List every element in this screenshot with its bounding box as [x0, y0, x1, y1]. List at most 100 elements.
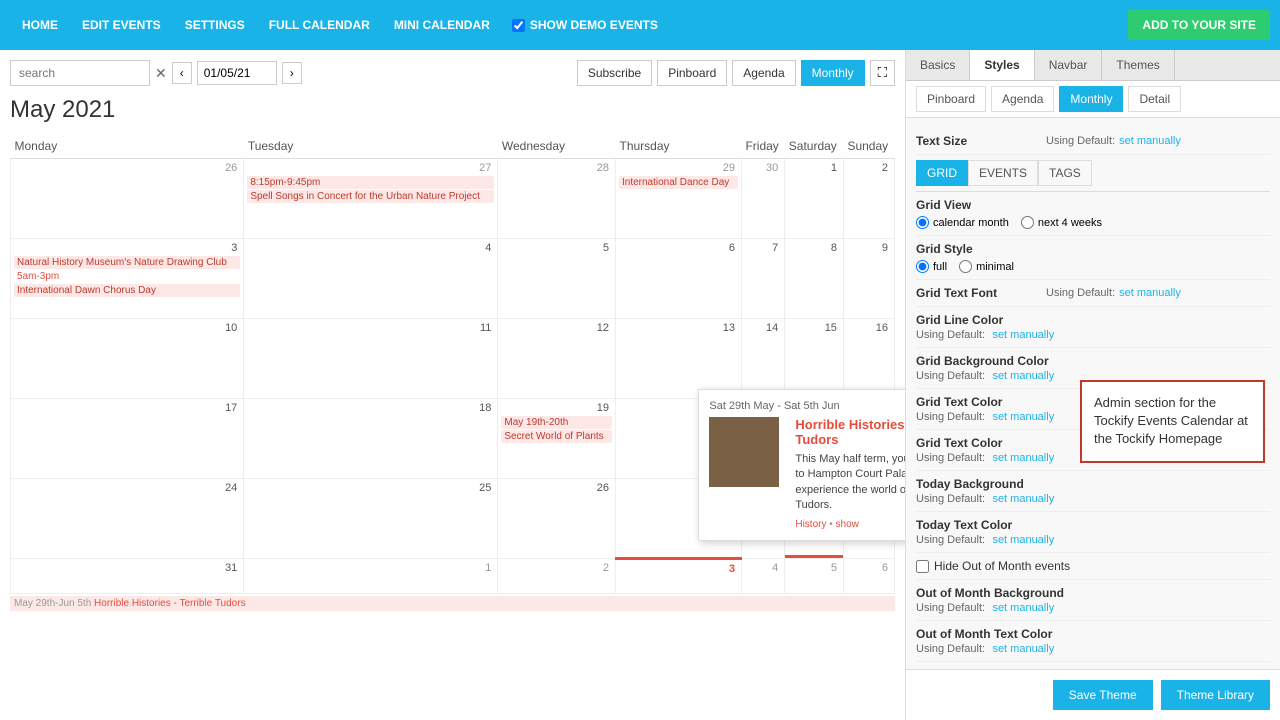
cell-may15: 15 [785, 319, 844, 399]
cell-apr27: 27 8:15pm-9:45pm Spell Songs in Concert … [244, 159, 498, 239]
grid-text-color1-value: Using Default: [916, 411, 985, 423]
popup-title[interactable]: Horrible Histories - Terrible Tudors [795, 417, 905, 447]
save-theme-button[interactable]: Save Theme [1053, 680, 1153, 710]
calendar-grid: Monday Tuesday Wednesday Thursday Friday… [10, 134, 895, 594]
list-item[interactable]: International Dance Day [619, 176, 738, 189]
nav-full-calendar[interactable]: FULL CALENDAR [257, 18, 382, 32]
cell-may25: 25 [244, 479, 498, 559]
grid-bg-color-label: Grid Background Color [916, 354, 1049, 368]
nav-edit-events[interactable]: EDIT EVENTS [70, 18, 173, 32]
cell-may26: 26 [498, 479, 616, 559]
hide-out-of-month-checkbox[interactable] [916, 560, 929, 573]
grid-tab-tags[interactable]: TAGS [1038, 160, 1092, 186]
col-sunday: Sunday [843, 134, 894, 159]
grid-line-color-set-manually[interactable]: set manually [992, 329, 1054, 341]
cell-may3: 3 Natural History Museum's Nature Drawin… [11, 239, 244, 319]
col-saturday: Saturday [785, 134, 844, 159]
event-popup: Sat 29th May - Sat 5th Jun Horrible Hist… [698, 389, 905, 541]
bottom-event-link[interactable]: Horrible Histories - Terrible Tudors [94, 598, 246, 609]
grid-tab-grid[interactable]: GRID [916, 160, 968, 186]
sub-tab-agenda[interactable]: Agenda [991, 86, 1054, 112]
grid-text-font-set-manually[interactable]: set manually [1119, 287, 1181, 299]
today-bg-set-manually[interactable]: set manually [992, 493, 1054, 505]
fullscreen-button[interactable]: ⛶ [870, 60, 895, 86]
sub-tab-monthly[interactable]: Monthly [1059, 86, 1123, 112]
grid-style-options: full minimal [916, 260, 1014, 273]
table-row: 31 1 2 3 4 5 6 [11, 559, 895, 594]
grid-text-color1-set-manually[interactable]: set manually [992, 411, 1054, 423]
cell-may13: 13 [615, 319, 741, 399]
clear-search-icon[interactable]: ✕ [155, 65, 167, 82]
tab-themes[interactable]: Themes [1102, 50, 1174, 80]
sub-tab-detail[interactable]: Detail [1128, 86, 1181, 112]
prev-month-button[interactable]: ‹ [172, 62, 192, 84]
out-of-month-bg-set-manually[interactable]: set manually [992, 602, 1054, 614]
agenda-view-button[interactable]: Agenda [732, 60, 795, 86]
tab-styles[interactable]: Styles [970, 50, 1034, 80]
out-of-month-text-color-value: Using Default: [916, 643, 985, 655]
hide-out-of-month-label: Hide Out of Month events [934, 559, 1070, 573]
text-size-set-manually[interactable]: set manually [1119, 135, 1181, 147]
subscribe-button[interactable]: Subscribe [577, 60, 652, 86]
cell-may14: 14 [741, 319, 784, 399]
nav-settings[interactable]: SETTINGS [173, 18, 257, 32]
tab-navbar[interactable]: Navbar [1035, 50, 1103, 80]
show-demo-events[interactable]: SHOW DEMO EVENTS [502, 18, 668, 32]
show-demo-checkbox[interactable] [512, 19, 525, 32]
nav-mini-calendar[interactable]: MINI CALENDAR [382, 18, 502, 32]
list-item[interactable]: May 19th-20th [501, 416, 612, 429]
table-row: 26 27 8:15pm-9:45pm Spell Songs in Conce… [11, 159, 895, 239]
today-bg-setting: Today Background Using Default: set manu… [916, 471, 1270, 512]
grid-bg-color-set-manually[interactable]: set manually [992, 370, 1054, 382]
cell-may11: 11 [244, 319, 498, 399]
popup-show-link[interactable]: show [836, 519, 859, 530]
today-text-color-set-manually[interactable]: set manually [992, 534, 1054, 546]
grid-tab-events[interactable]: EVENTS [968, 160, 1038, 186]
col-thursday: Thursday [615, 134, 741, 159]
cell-may6: 6 [615, 239, 741, 319]
add-to-site-button[interactable]: ADD TO YOUR SITE [1128, 10, 1270, 40]
cell-jun1: 1 [244, 559, 498, 594]
grid-style-full[interactable]: full [916, 260, 947, 273]
cell-apr29: 29 International Dance Day [615, 159, 741, 239]
admin-tooltip: Admin section for the Tockify Events Cal… [1080, 380, 1265, 463]
grid-text-color1-label: Grid Text Color [916, 395, 1046, 409]
text-size-value: Using Default: [1046, 135, 1115, 147]
popup-tag-history[interactable]: History [795, 519, 826, 530]
top-nav: HOME EDIT EVENTS SETTINGS FULL CALENDAR … [0, 0, 1280, 50]
table-row: 17 18 19 May 19th-20th Secret World of P… [11, 399, 895, 479]
sub-tab-pinboard[interactable]: Pinboard [916, 86, 986, 112]
search-input[interactable] [10, 60, 150, 86]
grid-text-color2-set-manually[interactable]: set manually [992, 452, 1054, 464]
popup-description: This May half term, you're invited to Ha… [795, 452, 905, 514]
grid-view-setting: Grid View calendar month next 4 weeks [916, 192, 1270, 236]
grid-text-font-setting: Grid Text Font Using Default: set manual… [916, 280, 1270, 307]
grid-style-minimal[interactable]: minimal [959, 260, 1014, 273]
list-item[interactable]: Spell Songs in Concert for the Urban Nat… [247, 190, 494, 203]
list-item[interactable]: 8:15pm-9:45pm [247, 176, 494, 189]
text-size-label: Text Size [916, 134, 1046, 148]
grid-text-font-label: Grid Text Font [916, 286, 1046, 300]
next-month-button[interactable]: › [282, 62, 302, 84]
col-tuesday: Tuesday [244, 134, 498, 159]
grid-view-calendar-month[interactable]: calendar month [916, 216, 1009, 229]
nav-home[interactable]: HOME [10, 18, 70, 32]
list-item[interactable]: Natural History Museum's Nature Drawing … [14, 256, 240, 269]
list-item[interactable]: 5am-3pm [14, 270, 240, 283]
date-input[interactable] [197, 61, 277, 85]
theme-library-button[interactable]: Theme Library [1161, 680, 1270, 710]
today-text-color-value: Using Default: [916, 534, 985, 546]
calendar-container: Monday Tuesday Wednesday Thursday Friday… [10, 134, 895, 611]
today-bg-value: Using Default: [916, 493, 985, 505]
grid-view-next-4-weeks[interactable]: next 4 weeks [1021, 216, 1102, 229]
cell-may5: 5 [498, 239, 616, 319]
cell-apr28: 28 [498, 159, 616, 239]
grid-line-color-setting: Grid Line Color Using Default: set manua… [916, 307, 1270, 348]
pinboard-view-button[interactable]: Pinboard [657, 60, 727, 86]
panel-tabs: Basics Styles Navbar Themes [906, 50, 1280, 81]
list-item[interactable]: Secret World of Plants [501, 430, 612, 443]
tab-basics[interactable]: Basics [906, 50, 970, 80]
list-item[interactable]: International Dawn Chorus Day [14, 284, 240, 297]
monthly-view-button[interactable]: Monthly [801, 60, 865, 86]
out-of-month-text-set-manually[interactable]: set manually [992, 643, 1054, 655]
